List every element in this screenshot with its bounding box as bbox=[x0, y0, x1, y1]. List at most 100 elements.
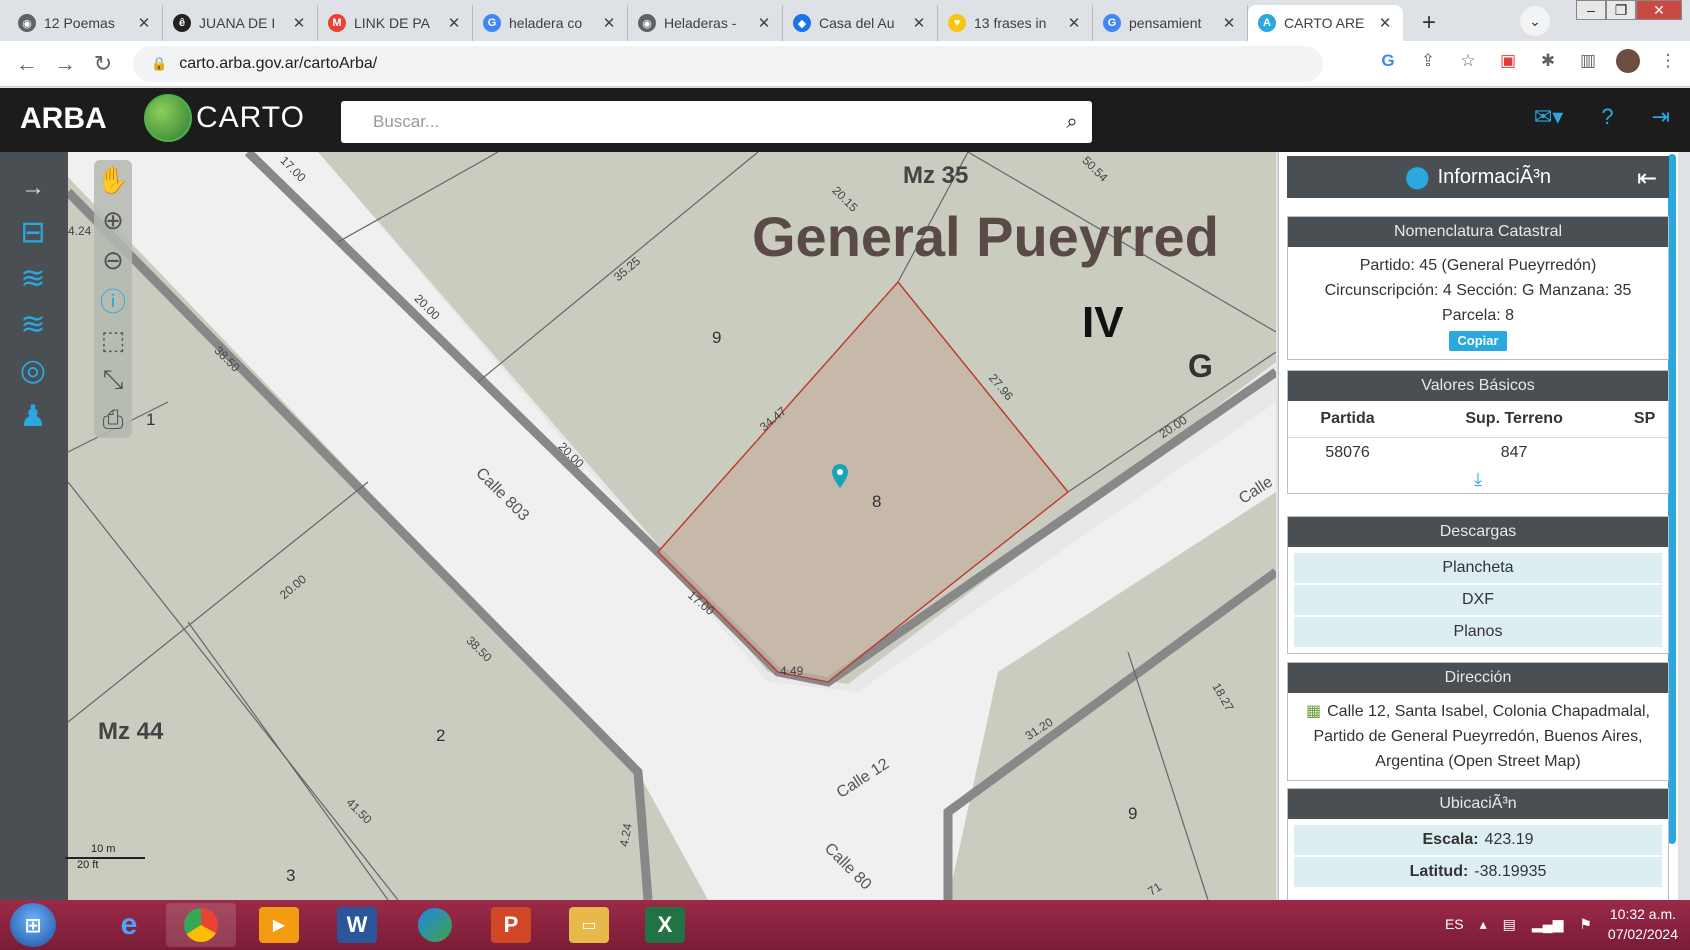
maximize-button[interactable]: ❐ bbox=[1606, 0, 1636, 20]
tab-close-icon[interactable]: ✕ bbox=[756, 14, 772, 32]
panel-scrollbar[interactable] bbox=[1668, 154, 1676, 844]
location-pin-icon[interactable] bbox=[832, 464, 848, 488]
start-button[interactable]: ⊞ bbox=[10, 903, 56, 947]
zoom-in-icon[interactable]: ⊕ bbox=[94, 200, 132, 240]
tab-search-button[interactable]: ⌄ bbox=[1520, 6, 1550, 36]
browser-tab[interactable]: Gpensamient ✕ bbox=[1093, 5, 1248, 41]
back-button[interactable]: ← bbox=[8, 45, 46, 83]
logout-icon[interactable]: ⇥ bbox=[1652, 104, 1670, 130]
browser-tab[interactable]: M LINK DE PA ✕ bbox=[318, 5, 473, 41]
profile-avatar[interactable] bbox=[1616, 49, 1640, 73]
powerpoint-taskbar-icon[interactable]: P bbox=[476, 903, 546, 947]
tab-close-icon[interactable]: ✕ bbox=[1377, 14, 1393, 32]
latitud-key: Latitud: bbox=[1409, 863, 1469, 880]
browser-tab[interactable]: ◉ Heladeras - ✕ bbox=[628, 5, 783, 41]
tab-favicon-icon: ê bbox=[173, 14, 191, 32]
ie-taskbar-icon[interactable]: e bbox=[94, 903, 164, 947]
new-tab-button[interactable]: + bbox=[1413, 7, 1445, 39]
col-sp: SP bbox=[1621, 401, 1668, 438]
info-panel: ⬤ InformaciÃ³n ⇤ Nomenclatura Catastral … bbox=[1278, 152, 1678, 900]
address-bar[interactable]: 🔒 carto.arba.gov.ar/cartoArba/ bbox=[133, 46, 1323, 82]
chrome-taskbar-icon[interactable] bbox=[166, 903, 236, 947]
action-center-flag-icon[interactable]: ⚑ bbox=[1579, 916, 1592, 933]
download-dxf[interactable]: DXF bbox=[1294, 585, 1662, 615]
print-icon[interactable]: ⎙ bbox=[94, 400, 132, 440]
block-label-mz35: Mz 35 bbox=[903, 162, 969, 189]
info-icon[interactable]: ⓘ bbox=[94, 280, 132, 320]
media-player-taskbar-icon[interactable]: ▶ bbox=[244, 903, 314, 947]
tab-close-icon[interactable]: ✕ bbox=[136, 14, 152, 32]
tab-close-icon[interactable]: ✕ bbox=[911, 14, 927, 32]
excel-taskbar-icon[interactable]: X bbox=[630, 903, 700, 947]
expand-arrow-icon[interactable]: → bbox=[12, 168, 54, 208]
arba-logo[interactable]: ARBA bbox=[20, 102, 107, 136]
map-icon: ▦ bbox=[1306, 703, 1322, 720]
share-icon[interactable]: ⇪ bbox=[1416, 49, 1440, 73]
zoom-out-icon[interactable]: ⊖ bbox=[94, 240, 132, 280]
parcel-number-1: 1 bbox=[146, 410, 156, 429]
carto-logo[interactable]: CARTO bbox=[144, 94, 305, 142]
search-input[interactable] bbox=[341, 102, 1052, 142]
fingerprint-icon[interactable]: ◎ bbox=[12, 350, 54, 390]
collapse-panel-icon[interactable]: ⇤ bbox=[1637, 164, 1657, 193]
search-icon[interactable]: ⌕ bbox=[1052, 111, 1092, 134]
browser-tab[interactable]: ê JUANA DE I ✕ bbox=[163, 5, 318, 41]
descargas-header: Descargas bbox=[1288, 517, 1668, 547]
tab-title: LINK DE PA bbox=[354, 15, 430, 31]
forward-button[interactable]: → bbox=[46, 45, 84, 83]
tab-close-icon[interactable]: ✕ bbox=[1221, 14, 1237, 32]
partido-label: General Pueyrred bbox=[752, 205, 1219, 268]
edge-taskbar-icon[interactable] bbox=[400, 903, 470, 947]
escala-value: 423.19 bbox=[1484, 831, 1534, 848]
google-icon[interactable]: G bbox=[1376, 49, 1400, 73]
extensions-icon[interactable]: ✱ bbox=[1536, 49, 1560, 73]
measure-icon[interactable]: ⤡ bbox=[94, 360, 132, 400]
binoculars-icon[interactable]: ⊟ bbox=[12, 212, 54, 252]
tab-favicon-icon: A bbox=[1258, 14, 1276, 32]
tab-close-icon[interactable]: ✕ bbox=[1066, 14, 1082, 32]
select-area-icon[interactable]: ⬚ bbox=[94, 320, 132, 360]
mail-icon[interactable]: ✉▾ bbox=[1534, 104, 1563, 130]
file-explorer-taskbar-icon[interactable]: ▭ bbox=[554, 903, 624, 947]
clock[interactable]: 10:32 a.m. 07/02/2024 bbox=[1608, 904, 1678, 944]
sp-value bbox=[1621, 437, 1668, 469]
user-location-icon[interactable]: ♟ bbox=[12, 396, 54, 436]
layers-icon[interactable]: ≋ bbox=[12, 258, 54, 298]
pan-hand-icon[interactable]: ✋ bbox=[94, 160, 132, 200]
device-icon[interactable]: ▤ bbox=[1503, 916, 1516, 933]
download-plancheta[interactable]: Plancheta bbox=[1294, 553, 1662, 583]
bookmark-star-icon[interactable]: ☆ bbox=[1456, 49, 1480, 73]
map-canvas[interactable]: Mz 35 General Pueyrred IV G Mz 44 9 8 2 … bbox=[68, 152, 1276, 900]
tab-title: Casa del Au bbox=[819, 15, 895, 31]
help-icon[interactable]: ? bbox=[1601, 104, 1613, 130]
browser-tab[interactable]: ♥ 13 frases in ✕ bbox=[938, 5, 1093, 41]
browser-tab[interactable]: ◆ Casa del Au ✕ bbox=[783, 5, 938, 41]
show-hidden-icons[interactable]: ▴ bbox=[1480, 916, 1487, 933]
tab-close-icon[interactable]: ✕ bbox=[601, 14, 617, 32]
lock-icon: 🔒 bbox=[151, 56, 168, 71]
parcela-text: Parcela: 8 bbox=[1441, 307, 1515, 324]
valores-card: Valores Básicos Partida Sup. Terreno SP … bbox=[1287, 370, 1669, 494]
minimize-button[interactable]: – bbox=[1576, 0, 1606, 20]
nomenclatura-card: Nomenclatura Catastral Partido: 45 (Gene… bbox=[1287, 216, 1669, 360]
reload-button[interactable]: ↻ bbox=[84, 45, 122, 83]
language-indicator[interactable]: ES bbox=[1445, 916, 1464, 932]
ide-layers-icon[interactable]: ≋ bbox=[12, 304, 54, 344]
copy-button[interactable]: Copiar bbox=[1449, 331, 1507, 351]
browser-tab[interactable]: Gheladera co ✕ bbox=[473, 5, 628, 41]
close-window-button[interactable]: ✕ bbox=[1636, 0, 1682, 20]
tab-close-icon[interactable]: ✕ bbox=[446, 14, 462, 32]
side-panel-icon[interactable]: ▥ bbox=[1576, 49, 1600, 73]
browser-tab[interactable]: A CARTO ARE ✕ bbox=[1248, 5, 1403, 41]
download-icon[interactable]: ⤓ bbox=[1288, 469, 1668, 493]
word-taskbar-icon[interactable]: W bbox=[322, 903, 392, 947]
parcel-number-9b: 9 bbox=[1128, 804, 1138, 823]
pdf-extension-icon[interactable]: ▣ bbox=[1496, 49, 1520, 73]
menu-icon[interactable]: ⋮ bbox=[1656, 49, 1680, 73]
sup-terreno-value: 847 bbox=[1500, 444, 1528, 462]
tab-close-icon[interactable]: ✕ bbox=[291, 14, 307, 32]
url-text: carto.arba.gov.ar/cartoArba/ bbox=[179, 55, 378, 72]
network-icon[interactable]: ▂▄▆ bbox=[1532, 916, 1563, 933]
browser-tab[interactable]: ◉ 12 Poemas ✕ bbox=[8, 5, 163, 41]
download-planos[interactable]: Planos bbox=[1294, 617, 1662, 647]
